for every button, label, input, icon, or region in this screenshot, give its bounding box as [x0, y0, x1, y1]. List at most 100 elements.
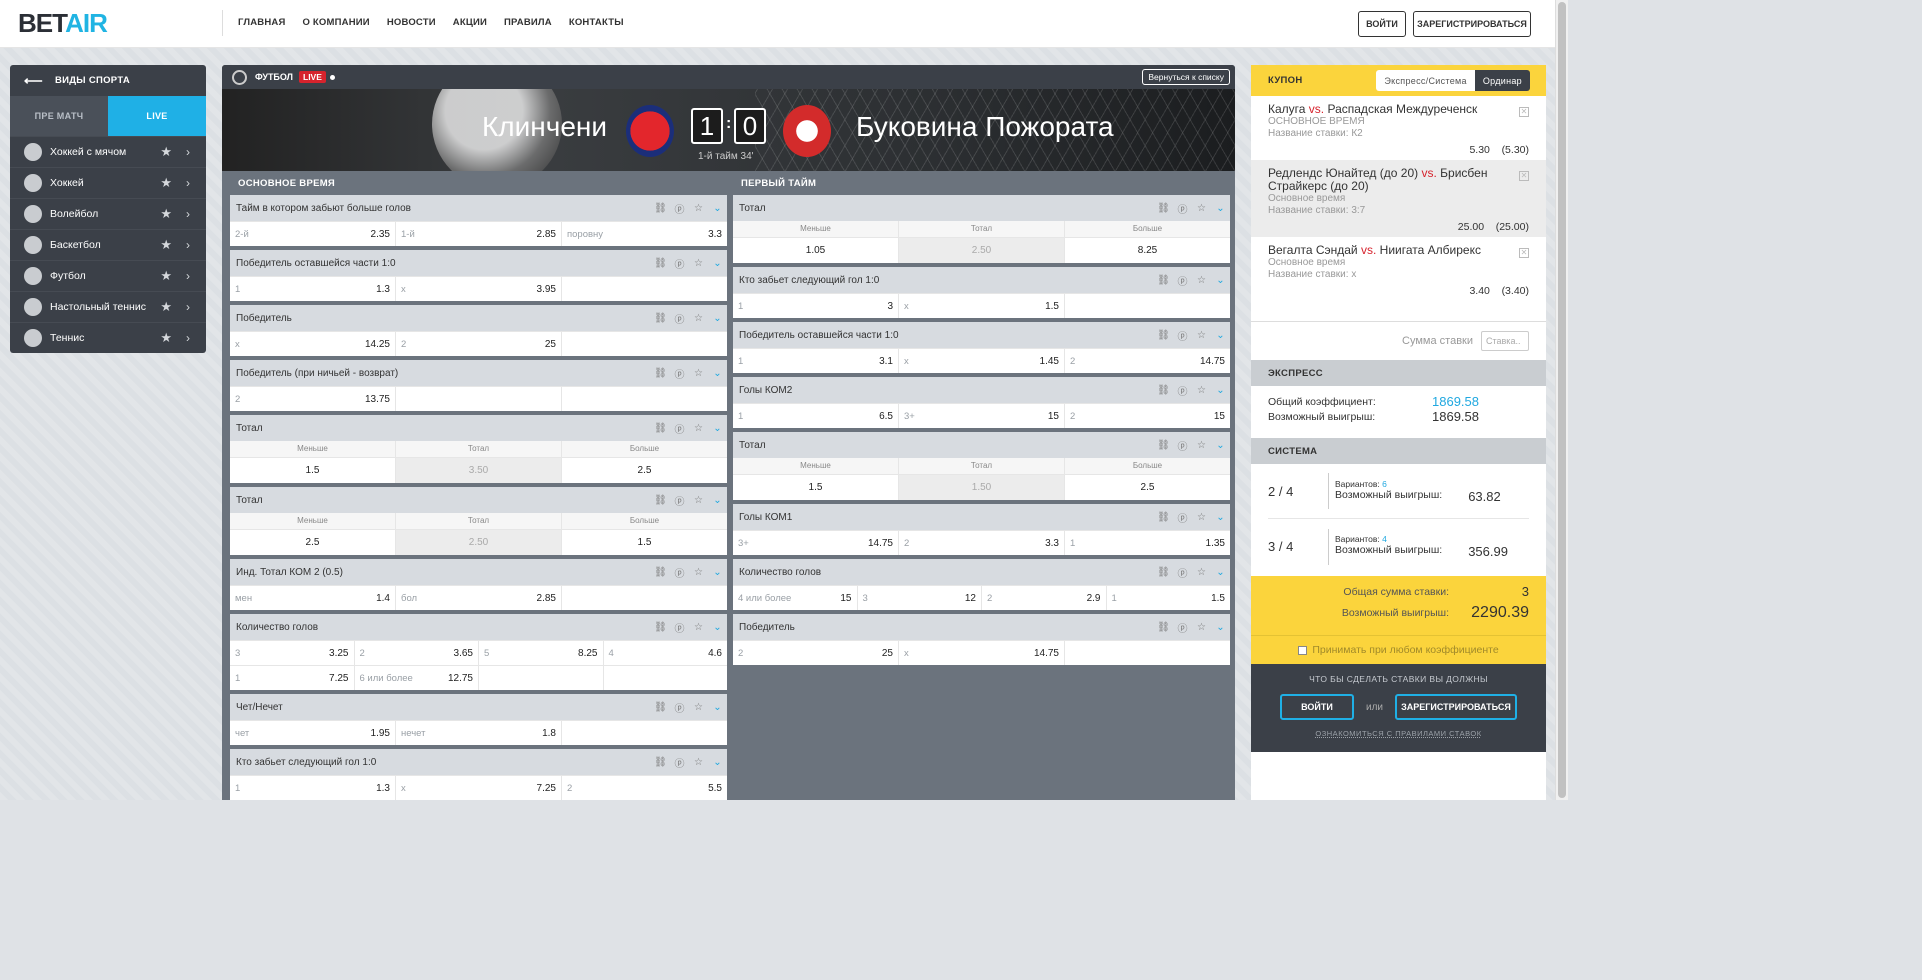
- odds-cell[interactable]: x 14.25: [230, 332, 395, 356]
- star-icon[interactable]: ☆: [1192, 512, 1211, 523]
- chevron-down-icon[interactable]: ⌄: [708, 368, 727, 379]
- market-header[interactable]: Голы КОМ1 ⛓ ⓟ ☆ ⌄: [733, 504, 1230, 530]
- link-icon[interactable]: ⛓: [1154, 385, 1173, 396]
- chevron-down-icon[interactable]: ⌄: [708, 567, 727, 578]
- tab-single[interactable]: Ординар: [1474, 70, 1530, 91]
- odds-under[interactable]: 1.05: [733, 238, 898, 263]
- stats-icon[interactable]: ⓟ: [1173, 620, 1192, 635]
- chevron-down-icon[interactable]: ⌄: [708, 313, 727, 324]
- nav-about[interactable]: О КОМПАНИИ: [303, 17, 370, 28]
- market-header[interactable]: Количество голов ⛓ ⓟ ☆ ⌄: [230, 614, 727, 640]
- sidebar-item-volleyball[interactable]: Волейбол ★ ›: [10, 198, 206, 229]
- market-header[interactable]: Победитель ⛓ ⓟ ☆ ⌄: [230, 305, 727, 331]
- odds-cell[interactable]: 4 4.6: [602, 641, 728, 665]
- star-icon[interactable]: ☆: [1192, 203, 1211, 214]
- chevron-down-icon[interactable]: ⌄: [708, 423, 727, 434]
- stake-input[interactable]: Ставка..: [1481, 331, 1529, 351]
- stats-icon[interactable]: ⓟ: [670, 493, 689, 508]
- tab-prematch[interactable]: ПРЕ МАТЧ: [10, 96, 108, 136]
- odds-cell[interactable]: 3+ 14.75: [733, 531, 898, 555]
- stats-icon[interactable]: ⓟ: [670, 201, 689, 216]
- odds-cell[interactable]: мен 1.4: [230, 586, 395, 610]
- star-icon[interactable]: ☆: [689, 495, 708, 506]
- link-icon[interactable]: ⛓: [651, 313, 670, 324]
- market-header[interactable]: Тотал ⛓ ⓟ ☆ ⌄: [733, 195, 1230, 221]
- tab-live[interactable]: LIVE: [108, 96, 206, 136]
- odds-cell[interactable]: 1 1.3: [230, 776, 395, 800]
- sidebar-item-basketball[interactable]: Баскетбол ★ ›: [10, 229, 206, 260]
- star-icon[interactable]: ☆: [689, 203, 708, 214]
- rules-link[interactable]: ОЗНАКОМИТЬСЯ С ПРАВИЛАМИ СТАВОК: [1251, 729, 1546, 738]
- link-icon[interactable]: ⛓: [651, 368, 670, 379]
- sidebar-item-tennis[interactable]: Теннис ★ ›: [10, 322, 206, 353]
- sidebar-item-hockey[interactable]: Хоккей ★ ›: [10, 167, 206, 198]
- stats-icon[interactable]: ⓟ: [670, 755, 689, 770]
- stats-icon[interactable]: ⓟ: [1173, 328, 1192, 343]
- odds-cell[interactable]: 3+ 15: [898, 404, 1064, 428]
- market-header[interactable]: Голы КОМ2 ⛓ ⓟ ☆ ⌄: [733, 377, 1230, 403]
- odds-cell[interactable]: 1 1.5: [1105, 586, 1231, 610]
- link-icon[interactable]: ⛓: [1154, 330, 1173, 341]
- star-icon[interactable]: ☆: [689, 702, 708, 713]
- remove-bet-icon[interactable]: ✕: [1519, 248, 1529, 258]
- star-icon[interactable]: ☆: [1192, 567, 1211, 578]
- chevron-down-icon[interactable]: ⌄: [708, 495, 727, 506]
- sidebar-item-football[interactable]: Футбол ★ ›: [10, 260, 206, 291]
- chevron-down-icon[interactable]: ⌄: [1211, 512, 1230, 523]
- login-button[interactable]: ВОЙТИ: [1358, 11, 1406, 37]
- odds-over[interactable]: 2.5: [1064, 475, 1230, 500]
- market-header[interactable]: Кто забьет следующий гол 1:0 ⛓ ⓟ ☆ ⌄: [230, 749, 727, 775]
- link-icon[interactable]: ⛓: [651, 567, 670, 578]
- odds-cell[interactable]: 1-й 2.85: [395, 222, 561, 246]
- odds-cell[interactable]: x 14.75: [898, 641, 1064, 665]
- register-button[interactable]: ЗАРЕГИСТРИРОВАТЬСЯ: [1413, 11, 1531, 37]
- market-header[interactable]: Тотал ⛓ ⓟ ☆ ⌄: [230, 415, 727, 441]
- link-icon[interactable]: ⛓: [1154, 512, 1173, 523]
- odds-cell[interactable]: x 1.45: [898, 349, 1064, 373]
- odds-cell[interactable]: 2 13.75: [230, 387, 395, 411]
- stats-icon[interactable]: ⓟ: [1173, 273, 1192, 288]
- market-header[interactable]: Победитель оставшейся части 1:0 ⛓ ⓟ ☆ ⌄: [230, 250, 727, 276]
- odds-cell[interactable]: 3 3.25: [230, 641, 354, 665]
- stats-icon[interactable]: ⓟ: [1173, 383, 1192, 398]
- odds-over[interactable]: 1.5: [561, 530, 727, 555]
- odds-cell[interactable]: x 7.25: [395, 776, 561, 800]
- link-icon[interactable]: ⛓: [651, 423, 670, 434]
- market-header[interactable]: Победитель (при ничьей - возврат) ⛓ ⓟ ☆ ⌄: [230, 360, 727, 386]
- odds-cell[interactable]: 5 8.25: [478, 641, 603, 665]
- star-icon[interactable]: ☆: [1192, 385, 1211, 396]
- market-header[interactable]: Победитель оставшейся части 1:0 ⛓ ⓟ ☆ ⌄: [733, 322, 1230, 348]
- accept-any-odds[interactable]: Принимать при любом коэффициенте: [1251, 635, 1546, 664]
- link-icon[interactable]: ⛓: [651, 495, 670, 506]
- star-icon[interactable]: ★: [160, 144, 172, 160]
- link-icon[interactable]: ⛓: [1154, 203, 1173, 214]
- chevron-down-icon[interactable]: ⌄: [1211, 567, 1230, 578]
- page-scrollbar[interactable]: [1555, 0, 1568, 800]
- chevron-down-icon[interactable]: ⌄: [708, 622, 727, 633]
- odds-cell[interactable]: 4 или более 15: [733, 586, 857, 610]
- chevron-down-icon[interactable]: ⌄: [1211, 330, 1230, 341]
- market-header[interactable]: Количество голов ⛓ ⓟ ☆ ⌄: [733, 559, 1230, 585]
- odds-cell[interactable]: 1 3.1: [733, 349, 898, 373]
- odds-cell[interactable]: 2 3.65: [353, 641, 479, 665]
- logo[interactable]: BETAIR: [18, 8, 108, 39]
- odds-under[interactable]: 2.5: [230, 530, 395, 555]
- star-icon[interactable]: ★: [160, 299, 172, 315]
- star-icon[interactable]: ☆: [1192, 622, 1211, 633]
- star-icon[interactable]: ☆: [689, 622, 708, 633]
- nav-news[interactable]: НОВОСТИ: [387, 17, 436, 28]
- odds-cell[interactable]: 6 или более 12.75: [353, 666, 479, 690]
- link-icon[interactable]: ⛓: [651, 622, 670, 633]
- link-icon[interactable]: ⛓: [1154, 440, 1173, 451]
- odds-cell[interactable]: бол 2.85: [395, 586, 561, 610]
- odds-cell[interactable]: 2 2.9: [981, 586, 1106, 610]
- chevron-down-icon[interactable]: ⌄: [1211, 203, 1230, 214]
- market-header[interactable]: Тайм в котором забьют больше голов ⛓ ⓟ ☆ ⌄: [230, 195, 727, 221]
- odds-over[interactable]: 8.25: [1064, 238, 1230, 263]
- star-icon[interactable]: ★: [160, 268, 172, 284]
- nav-promos[interactable]: АКЦИИ: [453, 17, 487, 28]
- link-icon[interactable]: ⛓: [1154, 567, 1173, 578]
- star-icon[interactable]: ☆: [689, 313, 708, 324]
- chevron-down-icon[interactable]: ⌄: [708, 757, 727, 768]
- odds-cell[interactable]: x 1.5: [898, 294, 1064, 318]
